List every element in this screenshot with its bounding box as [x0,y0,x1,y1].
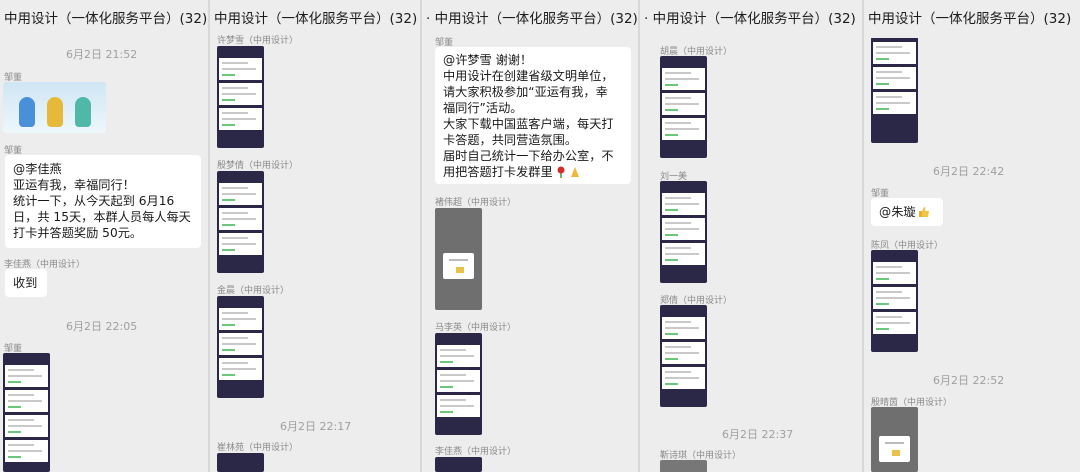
sender-name: 马李英（中用设计） [435,323,517,333]
message-line: @许梦雪 谢谢！ [443,53,533,67]
screenshot-thumbnail[interactable] [660,181,707,283]
screenshot-thumbnail[interactable] [660,305,707,407]
mascot-sticker-image[interactable] [3,82,106,133]
screenshot-thumbnail[interactable] [660,460,707,472]
message-text: @朱璇 [879,205,916,219]
sender-name: 金晨（中用设计） [217,286,290,296]
screenshot-thumbnail[interactable] [217,296,264,398]
thumbs-up-emoji-icon [918,207,929,217]
chat-column-3: · 中用设计（一体化服务平台）(32) 邹董 @许梦雪 谢谢！ 中用设计在创建省… [422,0,638,472]
screenshot-thumbnail[interactable] [660,56,707,158]
chat-title: 中用设计（一体化服务平台）(32) [0,0,208,38]
chat-column-5: 中用设计（一体化服务平台）(32) 6月2日 22:42 邹董 @朱璇 陈凤（中… [864,0,1080,472]
screenshot-thumbnail[interactable] [871,250,918,352]
sender-name: 许梦雪（中用设计） [217,36,299,46]
message-line: @李佳燕 [13,162,62,176]
chat-title: · 中用设计（一体化服务平台）(32) [422,0,638,38]
message-bubble[interactable]: @许梦雪 谢谢！ 中用设计在创建省级文明单位， 请大家积极参加“亚运有我，幸 福… [435,47,631,184]
message-line: 中用设计在创建省级文明单位， [443,69,614,83]
sender-name: 崔林苑（中用设计） [217,443,299,453]
message-line: 卡答题，共同营造氛围。 [443,133,578,147]
screenshot-thumbnail[interactable] [217,171,264,273]
message-line: 打卡并答题奖励 50元。 [13,226,143,240]
screenshot-thumbnail[interactable] [435,457,482,472]
message-line: 日，共 15天，本群人员每人每天 [13,210,191,224]
message-line: 用把答题打卡发群里 [443,164,623,180]
message-line: 大家下载中国蓝客户端，每天打 [443,117,614,131]
message-line-text: 用把答题打卡发群里 [443,165,553,179]
screenshot-thumbnail[interactable] [871,407,918,472]
message-line: 统计一下，从今天起到 6月16 [13,194,175,208]
chat-column-2: 中用设计（一体化服务平台）(32) 许梦雪（中用设计） 殷梦倩（中用设计） 金晨… [210,0,420,472]
rose-emoji-icon [557,166,565,178]
chat-title: · 中用设计（一体化服务平台）(32) [640,0,862,38]
screenshot-thumbnail[interactable] [3,353,50,472]
pray-emoji-icon [570,167,579,177]
chat-title: 中用设计（一体化服务平台）(32) [864,0,1080,38]
timestamp: 6月2日 22:42 [933,165,1005,178]
timestamp: 6月2日 22:05 [66,320,138,333]
message-line: 亚运有我，幸福同行！ [13,178,135,192]
message-bubble[interactable]: @朱璇 [871,198,943,226]
message-bubble[interactable]: @李佳燕 亚运有我，幸福同行！ 统计一下，从今天起到 6月16 日，共 15天，… [5,155,201,248]
timestamp: 6月2日 22:17 [280,420,352,433]
message-line: 福同行”活动。 [443,101,523,115]
message-line: 届时自己统计一下给办公室，不 [443,149,614,163]
chat-column-1: 中用设计（一体化服务平台）(32) 6月2日 21:52 邹董 邹董 @李佳燕 … [0,0,208,472]
screenshot-thumbnail[interactable] [217,453,264,472]
sender-name: 褚伟超（中用设计） [435,198,517,208]
screenshot-thumbnail[interactable] [435,333,482,435]
timestamp: 6月2日 22:52 [933,374,1005,387]
screenshot-thumbnail[interactable] [435,208,482,310]
sender-name: 殷梦倩（中用设计） [217,161,299,171]
timestamp: 6月2日 22:37 [722,428,794,441]
chat-column-4: · 中用设计（一体化服务平台）(32) 胡晨（中用设计） 刘一美 郑倩（中用设计… [640,0,862,472]
screenshot-thumbnail[interactable] [871,30,918,143]
timestamp: 6月2日 21:52 [66,48,138,61]
message-bubble[interactable]: 收到 [5,269,47,297]
screenshot-thumbnail[interactable] [217,46,264,148]
sender-name: 李佳燕（中用设计） [435,447,517,457]
message-line: 请大家积极参加“亚运有我，幸 [443,85,608,99]
